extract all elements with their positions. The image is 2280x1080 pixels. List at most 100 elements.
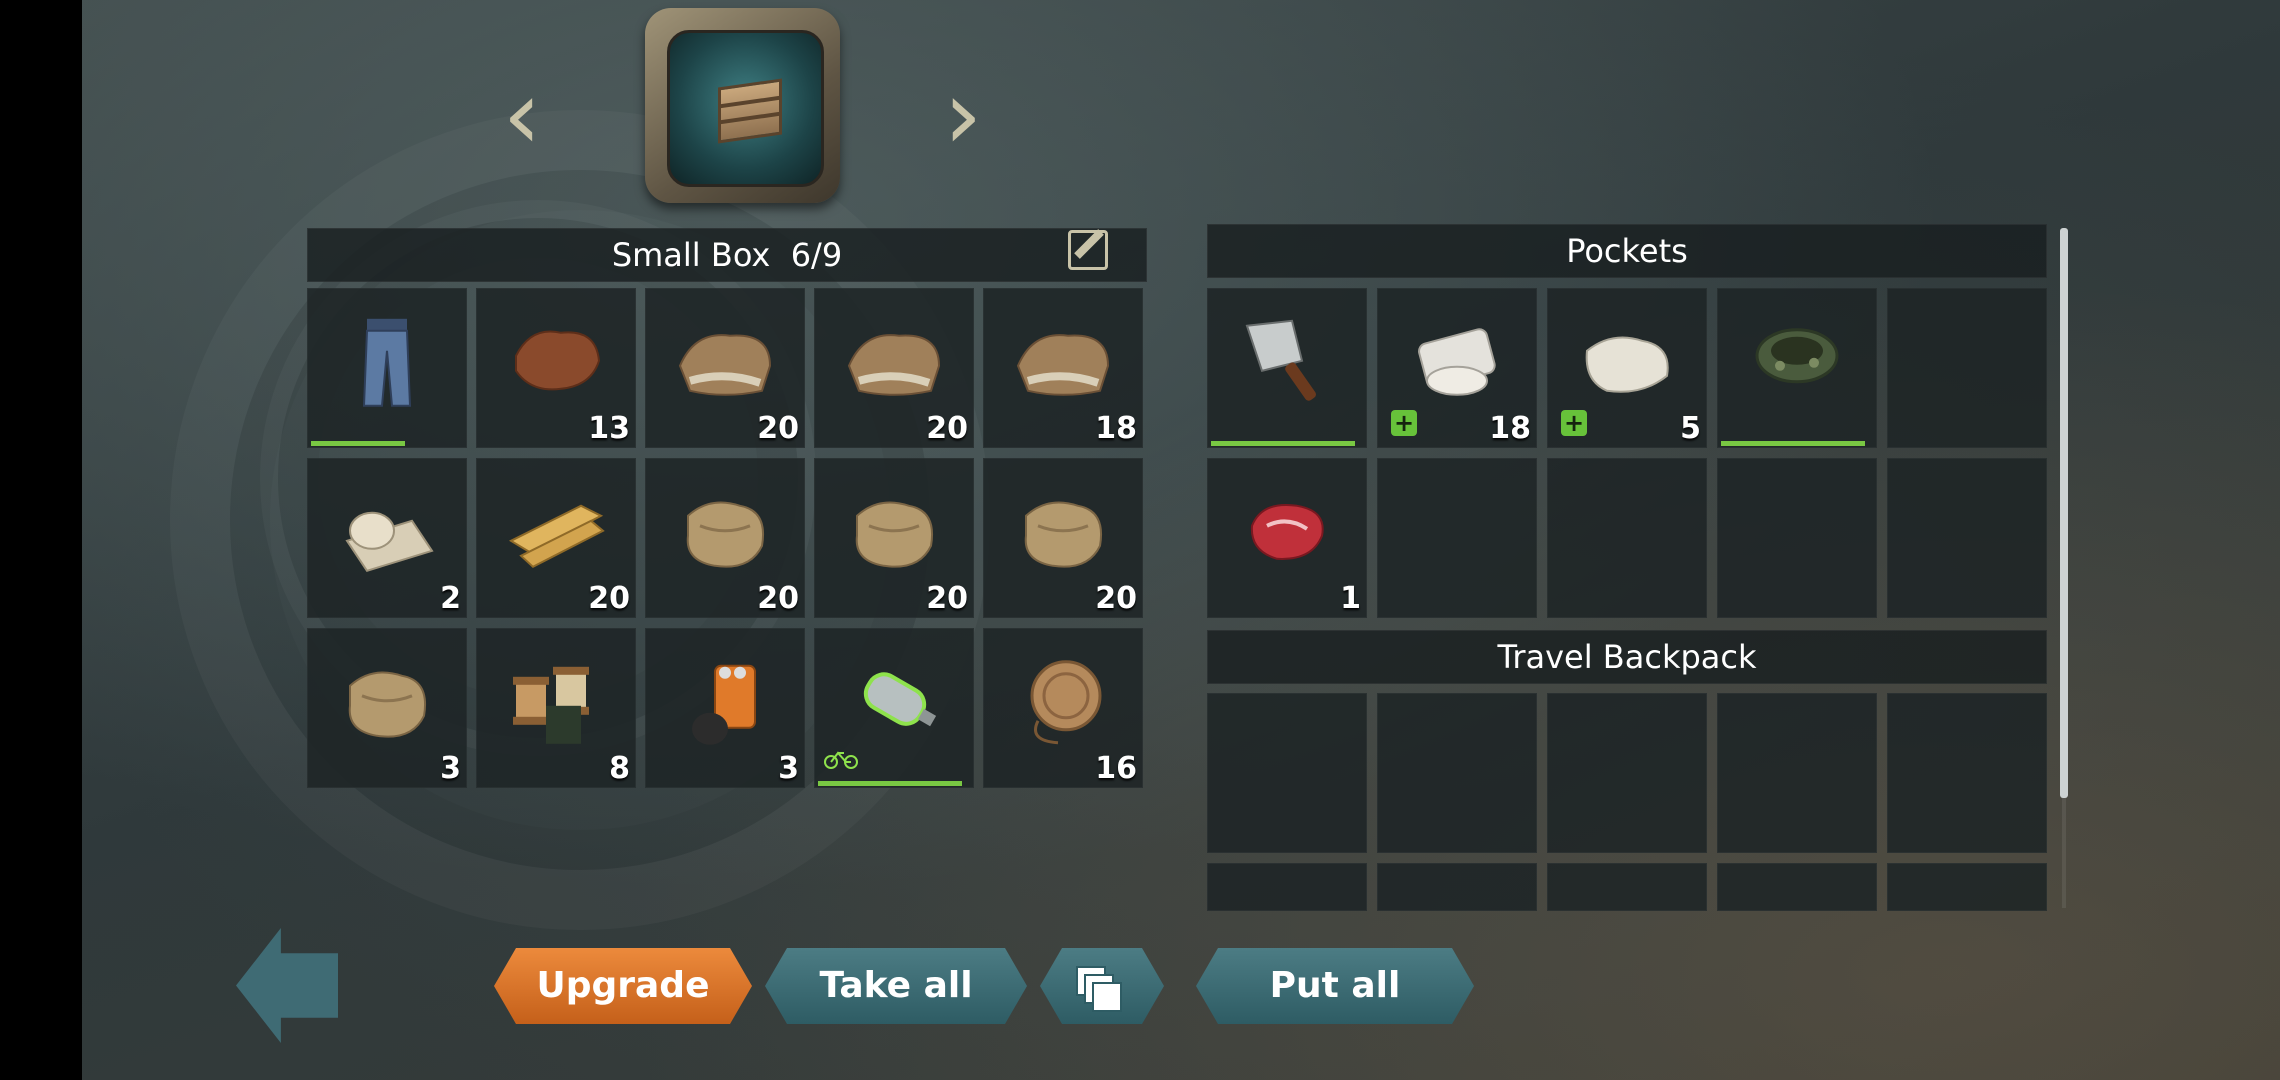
pencil-edit-icon[interactable] (1068, 230, 1108, 270)
small-box-slot[interactable]: 3 (645, 628, 805, 788)
bicycle-icon (824, 749, 858, 774)
letterbox (0, 0, 82, 1080)
small-box-slot[interactable] (307, 288, 467, 448)
item-count: 18 (1489, 411, 1531, 446)
upgrade-button[interactable]: Upgrade (494, 948, 752, 1024)
bandage-roll-icon (332, 481, 442, 585)
item-count: 20 (926, 411, 968, 446)
backpack-empty-slot[interactable] (1377, 693, 1537, 853)
item-count: 20 (588, 581, 630, 616)
raw-meat-icon (1232, 481, 1342, 585)
take-all-label: Take all (819, 965, 973, 1006)
small-box-slot[interactable]: 20 (476, 458, 636, 618)
pockets-slot[interactable]: 18 + (1377, 288, 1537, 448)
item-count: 2 (440, 581, 461, 616)
backpack-empty-slot[interactable] (1547, 863, 1707, 911)
backpack-grid (1207, 693, 2047, 911)
backpack-empty-slot[interactable] (1887, 863, 2047, 911)
pill-bottle-icon (670, 651, 780, 755)
thread-spool-icon (501, 651, 611, 755)
pockets-slot[interactable]: 5 + (1547, 288, 1707, 448)
item-count: 3 (778, 751, 799, 786)
item-count: 8 (609, 751, 630, 786)
item-count: 20 (757, 581, 799, 616)
small-box-slot[interactable]: 13 (476, 288, 636, 448)
backpack-empty-slot[interactable] (1717, 693, 1877, 853)
chevron-left-icon[interactable]: ‹ (487, 67, 557, 163)
pockets-slot[interactable] (1207, 288, 1367, 448)
backpack-empty-slot[interactable] (1207, 693, 1367, 853)
rope-icon (1008, 651, 1118, 755)
rawhide-icon (1008, 311, 1118, 415)
put-all-label: Put all (1269, 965, 1401, 1006)
cloth-icon (839, 481, 949, 585)
small-box-slot[interactable]: 20 (814, 458, 974, 618)
backpack-empty-slot[interactable] (1887, 693, 2047, 853)
pockets-empty-slot[interactable] (1887, 288, 2047, 448)
backpack-empty-slot[interactable] (1377, 863, 1537, 911)
pockets-empty-slot[interactable] (1547, 458, 1707, 618)
small-box-slot[interactable]: 20 (983, 458, 1143, 618)
item-count: 1 (1340, 581, 1361, 616)
pockets-slot[interactable] (1717, 288, 1877, 448)
leather-hide-icon (501, 311, 611, 415)
pockets-empty-slot[interactable] (1717, 458, 1877, 618)
stack-icon (1076, 966, 1114, 1004)
cloth-icon (332, 651, 442, 755)
cleaver-icon (1232, 311, 1342, 415)
durability-bar (311, 441, 405, 446)
item-count: 13 (588, 411, 630, 446)
headband-icon (1742, 311, 1852, 415)
small-box-slot[interactable]: 3 (307, 628, 467, 788)
jeans-icon (332, 311, 442, 415)
small-box-title: Small Box 6/9 (611, 236, 843, 274)
item-count: 20 (757, 411, 799, 446)
backpack-title: Travel Backpack (1497, 638, 1757, 676)
planks-icon (501, 481, 611, 585)
pockets-header: Pockets (1207, 224, 2047, 278)
durability-bar (818, 781, 962, 786)
pockets-grid: 18 +5 +1 (1207, 288, 2047, 618)
backpack-header: Travel Backpack (1207, 630, 2047, 684)
rags-icon (1572, 311, 1682, 415)
pockets-title: Pockets (1566, 232, 1688, 270)
take-all-button[interactable]: Take all (765, 948, 1027, 1024)
item-count: 18 (1095, 411, 1137, 446)
item-count: 20 (1095, 581, 1137, 616)
crate-icon (718, 78, 782, 144)
backpack-empty-slot[interactable] (1547, 693, 1707, 853)
rawhide-icon (670, 311, 780, 415)
stack-button[interactable] (1040, 948, 1164, 1024)
small-box-slot[interactable]: 16 (983, 628, 1143, 788)
monitor-screen (667, 30, 824, 187)
small-box-slot[interactable]: 18 (983, 288, 1143, 448)
backpack-empty-slot[interactable] (1717, 863, 1877, 911)
small-box-header: Small Box 6/9 (307, 228, 1147, 282)
air-tank-icon (839, 651, 949, 755)
upgrade-label: Upgrade (536, 965, 710, 1006)
small-box-grid: 13 20 20 18 2 20 20 20 20 3 8 3 16 (307, 288, 1143, 788)
cloth-icon (670, 481, 780, 585)
crate-monitor-icon (645, 8, 840, 203)
item-count: 16 (1095, 751, 1137, 786)
pockets-slot[interactable]: 1 (1207, 458, 1367, 618)
small-box-slot[interactable]: 20 (645, 458, 805, 618)
bandage-icon (1402, 311, 1512, 415)
scrollbar-thumb[interactable] (2060, 228, 2068, 798)
rawhide-icon (839, 311, 949, 415)
medkit-icon: + (1561, 410, 1587, 436)
item-count: 5 (1680, 411, 1701, 446)
small-box-slot[interactable] (814, 628, 974, 788)
small-box-slot[interactable]: 2 (307, 458, 467, 618)
backpack-empty-slot[interactable] (1207, 863, 1367, 911)
item-count: 3 (440, 751, 461, 786)
small-box-slot[interactable]: 20 (645, 288, 805, 448)
pockets-empty-slot[interactable] (1377, 458, 1537, 618)
cloth-icon (1008, 481, 1118, 585)
small-box-slot[interactable]: 8 (476, 628, 636, 788)
durability-bar (1721, 441, 1865, 446)
small-box-slot[interactable]: 20 (814, 288, 974, 448)
pockets-empty-slot[interactable] (1887, 458, 2047, 618)
put-all-button[interactable]: Put all (1196, 948, 1474, 1024)
chevron-right-icon[interactable]: › (928, 67, 998, 163)
